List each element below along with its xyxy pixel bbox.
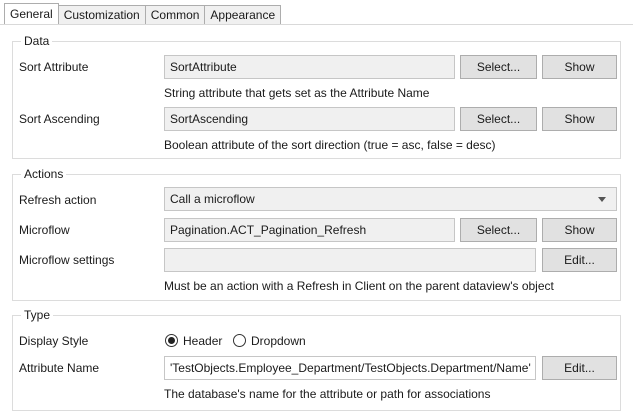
sort-ascending-label: Sort Ascending <box>19 112 100 126</box>
microflow-settings-field[interactable] <box>164 248 536 272</box>
refresh-action-value: Call a microflow <box>170 192 255 206</box>
microflow-select-button[interactable]: Select... <box>460 218 537 242</box>
attribute-name-field[interactable]: 'TestObjects.Employee_Department/TestObj… <box>164 356 536 380</box>
sort-attribute-show-button[interactable]: Show <box>542 55 617 79</box>
dropdown-radio-label: Dropdown <box>251 334 306 348</box>
actions-group-title: Actions <box>21 167 67 181</box>
microflow-settings-edit-button[interactable]: Edit... <box>542 248 617 272</box>
microflow-field[interactable]: Pagination.ACT_Pagination_Refresh <box>164 218 455 242</box>
sort-ascending-hint: Boolean attribute of the sort direction … <box>164 138 496 152</box>
microflow-settings-label: Microflow settings <box>19 253 115 267</box>
tab-customization[interactable]: Customization <box>58 5 146 24</box>
header-radio-label: Header <box>183 334 223 348</box>
sort-ascending-select-button[interactable]: Select... <box>460 107 537 131</box>
microflow-settings-hint: Must be an action with a Refresh in Clie… <box>164 279 554 293</box>
data-group-title: Data <box>21 34 53 48</box>
header-radio[interactable] <box>165 334 178 347</box>
chevron-down-icon <box>598 197 606 202</box>
tab-common[interactable]: Common <box>145 5 206 24</box>
dropdown-radio[interactable] <box>233 334 246 347</box>
tab-general[interactable]: General <box>4 3 59 24</box>
display-style-label: Display Style <box>19 334 89 348</box>
tab-strip: General Customization Common Appearance <box>4 3 282 24</box>
sort-attribute-label: Sort Attribute <box>19 60 89 74</box>
microflow-show-button[interactable]: Show <box>542 218 617 242</box>
sort-ascending-field[interactable]: SortAscending <box>164 107 455 131</box>
refresh-action-label: Refresh action <box>19 193 97 207</box>
sort-attribute-select-button[interactable]: Select... <box>460 55 537 79</box>
tab-appearance[interactable]: Appearance <box>205 5 282 24</box>
sort-attribute-hint: String attribute that gets set as the At… <box>164 86 430 100</box>
sort-ascending-show-button[interactable]: Show <box>542 107 617 131</box>
tab-divider <box>0 24 633 25</box>
microflow-label: Microflow <box>19 223 70 237</box>
attribute-name-edit-button[interactable]: Edit... <box>542 356 617 380</box>
sort-attribute-field[interactable]: SortAttribute <box>164 55 455 79</box>
type-group-title: Type <box>21 308 54 322</box>
attribute-name-hint: The database's name for the attribute or… <box>164 387 491 401</box>
attribute-name-label: Attribute Name <box>19 361 100 375</box>
refresh-action-dropdown[interactable]: Call a microflow <box>164 187 617 211</box>
